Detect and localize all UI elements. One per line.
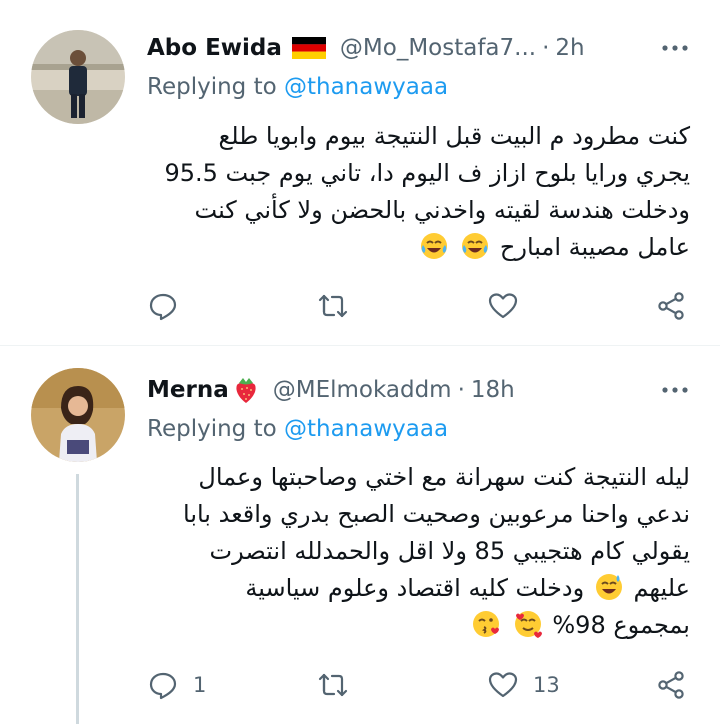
tweet-actions: 1 13 [147,669,692,703]
retweet-icon [318,673,348,697]
replying-label: Replying to [147,416,277,442]
like-count: 13 [533,673,560,697]
share-button[interactable] [655,669,687,701]
share-icon [658,292,684,320]
separator-dot: · [542,35,550,61]
text-segment: عامل مصيبة امبارح [499,233,690,261]
display-name[interactable]: Merna [147,377,229,403]
text-line: يقولي كام هتجيبي 85 ولا اقل والحمدلله ان… [209,537,690,565]
more-options-icon[interactable] [660,375,690,405]
share-icon [658,671,684,699]
reply-button[interactable]: 1 [147,669,206,701]
replying-to: Replying to @thanawyaaa [147,74,448,100]
retweet-icon [318,294,348,318]
text-line: عليهم ودخلت كليه اقتصاد وعلوم سياسية [147,570,690,607]
reply-icon [149,293,177,321]
text-line: ليله النتيجة كنت سهرانة مع اختي وصاحبتها… [198,463,690,491]
replying-to: Replying to @thanawyaaa [147,416,448,442]
reply-button[interactable] [147,290,193,322]
text-line: ودخلت هندسة لقيته واخدني بالحضن ولا كأني… [194,196,691,224]
heart-icon [488,293,518,319]
tears-of-joy-emoji-icon [462,233,489,259]
tweet[interactable]: Merna @MElmokaddm · 18h Replying to @tha… [0,346,720,724]
more-options-icon[interactable] [660,33,690,63]
strawberry-icon [236,378,256,403]
text-segment: عليهم [633,574,690,602]
avatar-photo [31,368,125,462]
like-button[interactable]: 13 [487,669,560,701]
user-handle[interactable]: @MElmokaddm [273,377,452,403]
avatar[interactable] [31,368,125,462]
replying-label: Replying to [147,74,277,100]
grinning-sweat-emoji-icon [595,574,622,600]
text-line: ندعي واحنا مرعوبين وصحيت الصبح بدري واقع… [183,500,690,528]
reply-icon [149,672,177,700]
text-segment: ودخلت كليه اقتصاد وعلوم سياسية [245,574,585,602]
separator-dot: · [457,377,465,403]
kissing-heart-emoji-icon [473,611,500,637]
avatar-photo [31,30,125,124]
timestamp[interactable]: 18h [471,377,515,403]
tweet-actions [147,290,692,324]
retweet-button[interactable] [317,669,363,701]
tweet-header: Abo Ewida @Mo_Mostafa7... · 2h [147,30,690,66]
user-handle[interactable]: @Mo_Mostafa7... [340,35,536,61]
tweet-text: ليله النتيجة كنت سهرانة مع اختي وصاحبتها… [147,459,690,644]
like-button[interactable] [487,290,533,322]
display-name[interactable]: Abo Ewida [147,35,282,61]
text-line: بمجموع 98% [147,607,690,644]
tweet-text: كنت مطرود م البيت قبل النتيجة بيوم وابوي… [147,118,690,266]
text-line: يجري ورايا بلوح ازاز ف اليوم دا، تاني يو… [164,159,690,187]
mention-link[interactable]: @thanawyaaa [284,74,448,100]
timestamp[interactable]: 2h [555,35,584,61]
heart-icon [488,672,518,698]
germany-flag-icon [291,37,326,59]
tears-of-joy-emoji-icon [420,233,447,259]
avatar[interactable] [31,30,125,124]
mention-link[interactable]: @thanawyaaa [284,416,448,442]
reply-count: 1 [193,673,207,697]
thread-line [76,474,79,724]
share-button[interactable] [655,290,687,322]
text-line: كنت مطرود م البيت قبل النتيجة بيوم وابوي… [218,122,690,150]
retweet-button[interactable] [317,290,363,322]
text-segment: بمجموع 98% [552,611,690,639]
text-line: عامل مصيبة امبارح [147,229,690,266]
tweet-header: Merna @MElmokaddm · 18h [147,372,690,408]
tweet[interactable]: Abo Ewida @Mo_Mostafa7... · 2h Replying … [0,0,720,346]
smiling-hearts-emoji-icon [514,611,542,638]
